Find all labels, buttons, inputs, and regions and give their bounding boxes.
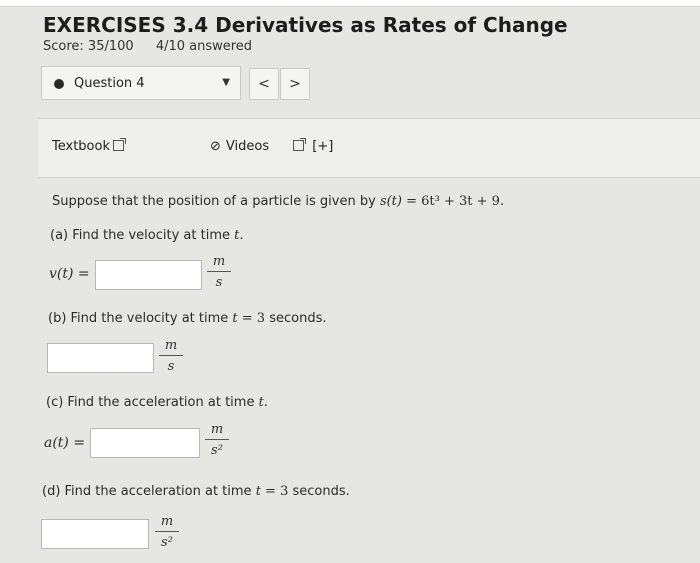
- unit-m-per-s: ms: [207, 254, 231, 290]
- acceleration-input[interactable]: [90, 428, 200, 458]
- top-edge: [0, 0, 700, 7]
- unit-m-per-s2: m s²: [205, 422, 229, 458]
- problem-statement: Suppose that the position of a particle …: [52, 194, 505, 209]
- part-d-label: (d) Find the acceleration at time t = 3 …: [42, 484, 350, 499]
- question-label: Question 4: [74, 76, 145, 91]
- score-text: Score: 35/100: [43, 39, 134, 54]
- acceleration-lhs: a(t) =: [44, 435, 86, 451]
- external-link-icon: [112, 138, 126, 151]
- unit-m-per-s2: m s²: [155, 514, 179, 550]
- status-dot-icon: [54, 79, 64, 89]
- paperclip-icon: ⊘: [210, 139, 221, 154]
- previous-question-button[interactable]: <: [249, 68, 279, 100]
- score-row: Score: 35/100 4/10 answered: [43, 39, 270, 54]
- question-selector[interactable]: Question 4 ▼: [41, 66, 241, 100]
- answered-text: 4/10 answered: [155, 39, 253, 54]
- velocity-at-3-input[interactable]: [47, 343, 154, 373]
- velocity-input[interactable]: [95, 260, 202, 290]
- videos-link[interactable]: ⊘ Videos: [210, 139, 269, 154]
- next-question-button[interactable]: >: [280, 68, 310, 100]
- more-resources-label: [+]: [312, 139, 334, 154]
- unit-m-per-s: ms: [159, 338, 183, 374]
- part-b-label: (b) Find the velocity at time t = 3 seco…: [48, 311, 327, 326]
- textbook-link[interactable]: Textbook: [52, 138, 126, 154]
- part-a-label: (a) Find the velocity at time t.: [50, 228, 244, 243]
- velocity-lhs: v(t) =: [49, 266, 90, 282]
- resources-toolbar: Textbook ⊘ Videos [+]: [38, 118, 700, 178]
- dropdown-caret-icon: ▼: [222, 77, 230, 88]
- textbook-label: Textbook: [52, 139, 110, 154]
- part-c-label: (c) Find the acceleration at time t.: [46, 395, 268, 410]
- page-title: EXERCISES 3.4 Derivatives as Rates of Ch…: [43, 13, 568, 37]
- external-link-icon: [293, 138, 306, 151]
- more-resources-link[interactable]: [+]: [290, 138, 334, 154]
- acceleration-at-3-input[interactable]: [41, 519, 149, 549]
- videos-label: Videos: [225, 139, 270, 154]
